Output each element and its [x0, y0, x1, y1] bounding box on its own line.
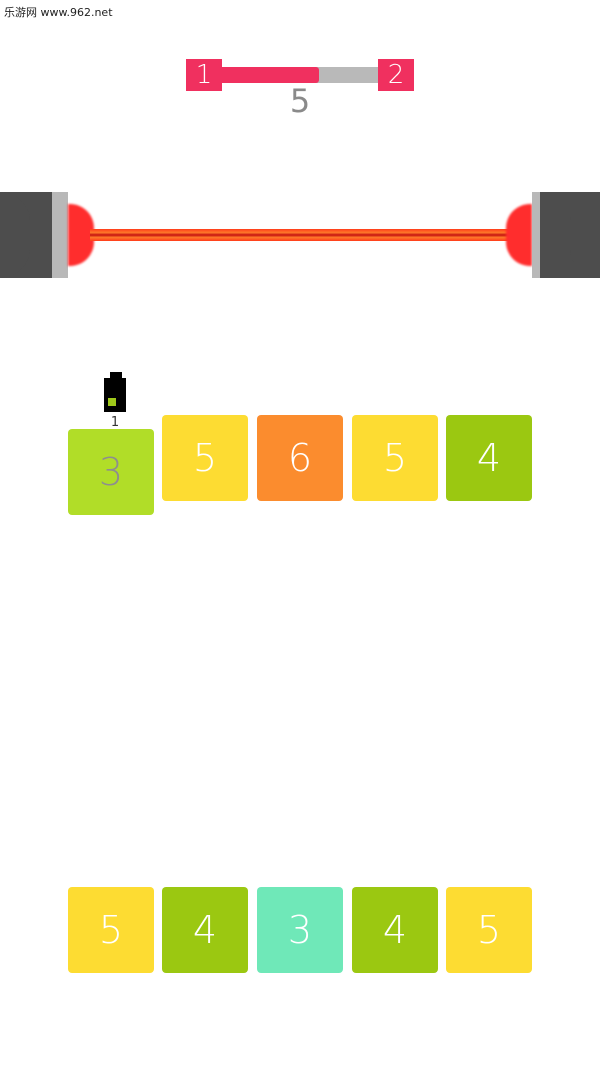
battery-icon — [104, 378, 126, 412]
level-progress-bar — [222, 67, 378, 83]
top-row-tile[interactable]: 5 — [162, 415, 248, 501]
right-laser-lens — [506, 204, 532, 266]
bottom-row-tile[interactable]: 5 — [446, 887, 532, 973]
moves-counter: 5 — [289, 82, 311, 120]
bottom-row-tile[interactable]: 4 — [352, 887, 438, 973]
top-row-tile[interactable]: 3 — [68, 429, 154, 515]
level-progress-fill — [222, 67, 319, 83]
current-level-badge: 1 — [186, 59, 222, 91]
left-laser-emitter-icon — [0, 192, 60, 278]
top-row-tile[interactable]: 4 — [446, 415, 532, 501]
right-laser-emitter-icon — [540, 192, 600, 278]
battery-level — [108, 398, 116, 406]
bottom-row-tile[interactable]: 5 — [68, 887, 154, 973]
left-emitter-ring — [52, 192, 68, 278]
top-row-tile[interactable]: 5 — [352, 415, 438, 501]
laser-beam — [90, 229, 510, 241]
top-row-tile[interactable]: 6 — [257, 415, 343, 501]
watermark-text: 乐游网 www.962.net — [4, 6, 113, 19]
bottom-row-tile[interactable]: 4 — [162, 887, 248, 973]
battery-count: 1 — [110, 415, 120, 430]
bottom-row-tile[interactable]: 3 — [257, 887, 343, 973]
next-level-badge: 2 — [378, 59, 414, 91]
